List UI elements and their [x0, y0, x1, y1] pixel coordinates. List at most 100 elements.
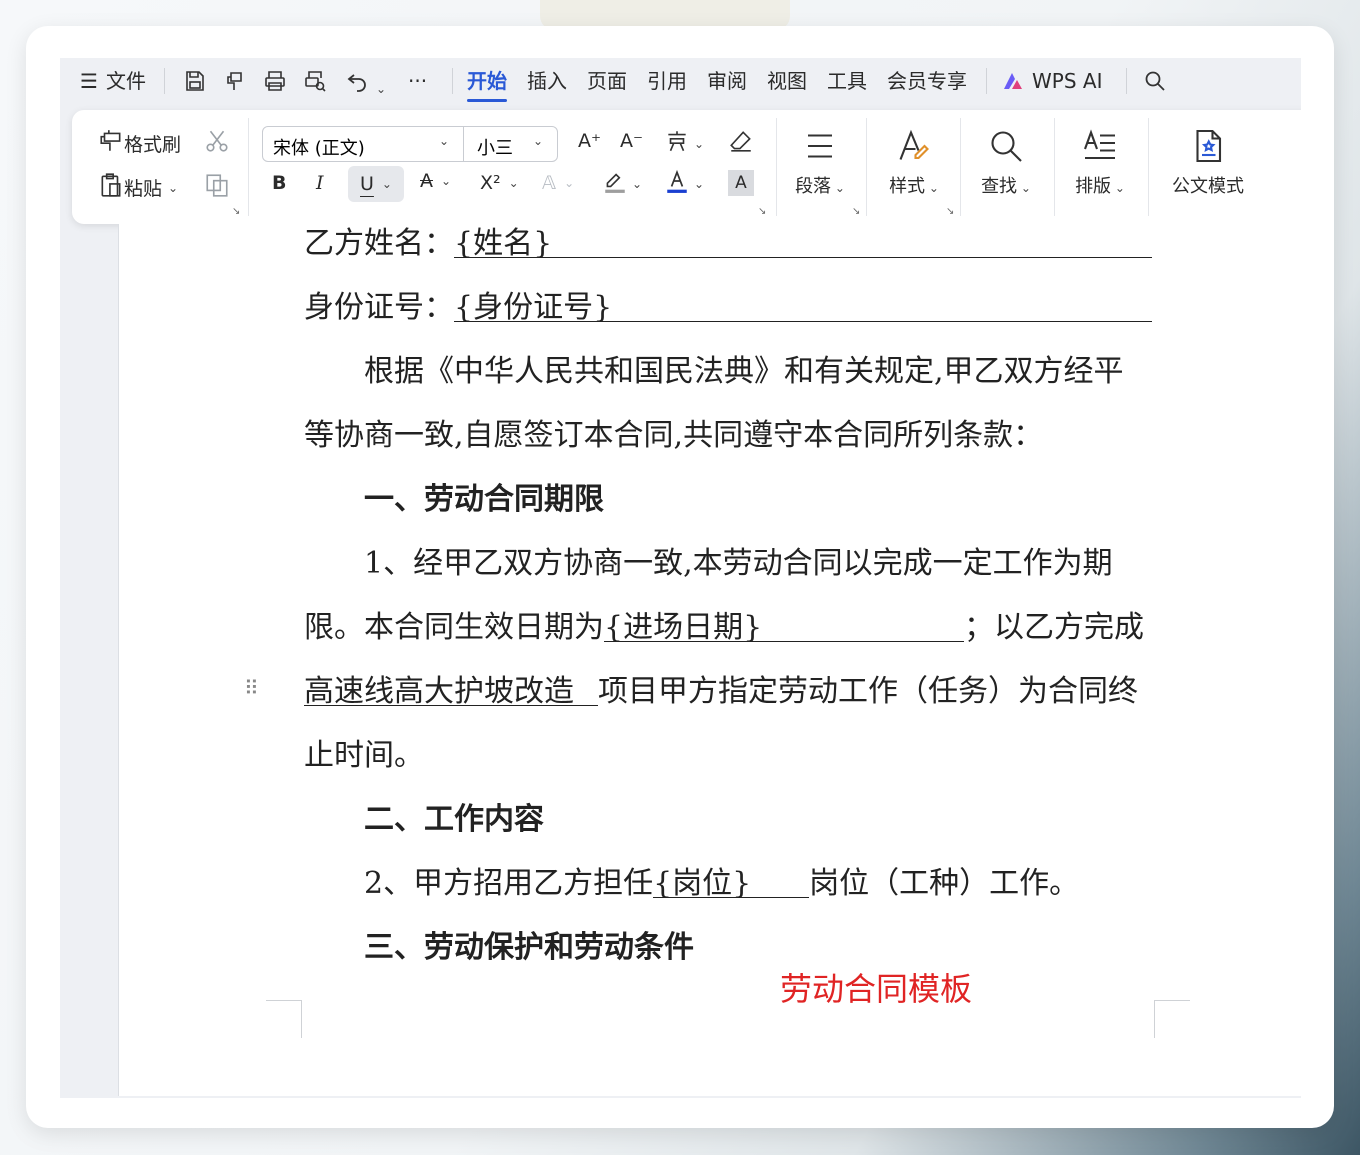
position-placeholder: {岗位}	[653, 866, 752, 901]
undo-dropdown-icon[interactable]: ⌄	[376, 74, 386, 104]
chevron-down-icon[interactable]: ⌄	[439, 134, 449, 148]
phonetic-guide-button[interactable]: ⌄	[664, 128, 704, 159]
menu-divider	[164, 68, 165, 94]
heading-1: 一、劳动合同期限	[364, 482, 604, 517]
font-grow-button[interactable]: A⁺	[578, 130, 601, 152]
clipboard-launcher-icon[interactable]: ↘	[232, 206, 240, 217]
position-field[interactable]: {岗位}	[653, 864, 810, 901]
char-shading-button[interactable]: A	[728, 170, 754, 196]
tab-tools[interactable]: 工具	[827, 66, 867, 96]
menu-divider	[986, 68, 987, 94]
search-icon[interactable]	[1140, 66, 1170, 96]
format-painter-small-icon[interactable]	[220, 66, 250, 96]
save-icon[interactable]	[180, 66, 210, 96]
highlight-color-button[interactable]: ⌄	[602, 168, 642, 199]
chevron-down-icon: ⌄	[694, 176, 705, 191]
menu-divider	[1126, 68, 1127, 94]
position-suffix: 岗位（工种）工作。	[809, 866, 1080, 901]
ribbon-divider	[866, 118, 867, 216]
print-icon[interactable]	[260, 66, 290, 96]
tab-home[interactable]: 开始	[467, 66, 507, 102]
font-color-icon	[664, 168, 690, 199]
tab-page[interactable]: 页面	[587, 66, 627, 96]
paste-button[interactable]: 粘贴 ⌄	[98, 172, 178, 203]
page-corner-mark-left	[266, 1000, 302, 1038]
chevron-down-icon: ⌄	[1111, 181, 1125, 195]
font-name-value[interactable]: 宋体 (正文)	[273, 134, 365, 160]
font-color-button[interactable]: ⌄	[664, 168, 704, 199]
text-effect-button[interactable]: 𝔸 ⌄	[542, 172, 574, 194]
style-launcher-icon[interactable]: ↘	[946, 206, 954, 217]
wps-ai-logo-icon[interactable]	[998, 66, 1028, 96]
style-icon	[899, 129, 929, 160]
tab-view[interactable]: 视图	[767, 66, 807, 96]
layout-icon	[1084, 129, 1115, 160]
heading-3: 三、劳动保护和劳动条件	[364, 930, 694, 965]
paragraph-2-line-2: 限。本合同生效日期为{进场日期} ；以乙方完成	[304, 608, 1144, 648]
font-selector[interactable]: 宋体 (正文) ⌄ 小三 ⌄	[262, 126, 558, 162]
menu-divider	[452, 68, 453, 94]
chevron-down-icon: ⌄	[831, 181, 845, 195]
paragraph-launcher-icon[interactable]: ↘	[852, 206, 860, 217]
eraser-icon	[728, 128, 754, 159]
id-label: 身份证号：	[304, 290, 454, 325]
paste-label: 粘贴	[124, 178, 163, 200]
bold-button[interactable]: B	[272, 172, 286, 194]
chevron-down-icon: ⌄	[564, 176, 575, 190]
layout-button[interactable]: 排版 ⌄	[1060, 124, 1140, 214]
superscript-label: X²	[480, 172, 501, 194]
cut-button[interactable]	[204, 128, 230, 159]
copy-icon	[204, 172, 230, 203]
ribbon-divider	[776, 118, 777, 216]
font-size-value[interactable]: 小三	[477, 134, 513, 160]
chevron-down-icon: ⌄	[441, 174, 452, 188]
phonetic-guide-icon	[664, 128, 690, 159]
chevron-down-icon: ⌄	[508, 176, 519, 190]
style-button[interactable]: 样式 ⌄	[874, 124, 954, 214]
font-launcher-icon[interactable]: ↘	[758, 206, 766, 217]
chevron-down-icon: ⌄	[168, 180, 179, 195]
heading-2: 二、工作内容	[364, 802, 544, 837]
paragraph-button[interactable]: 段落 ⌄	[780, 124, 860, 214]
find-button[interactable]: 查找 ⌄	[966, 124, 1046, 214]
underline-button[interactable]: U ⌄	[348, 166, 404, 202]
copy-button[interactable]	[204, 172, 230, 203]
drag-handle-icon[interactable]: ⠿	[244, 676, 259, 700]
strikethrough-button[interactable]: A ⌄	[420, 170, 451, 192]
tab-insert[interactable]: 插入	[527, 66, 567, 96]
tab-references[interactable]: 引用	[647, 66, 687, 96]
tab-member[interactable]: 会员专享	[887, 66, 967, 96]
superscript-button[interactable]: X² ⌄	[480, 172, 519, 194]
name-field[interactable]: {姓名}	[454, 224, 1152, 261]
italic-button[interactable]: I	[316, 172, 324, 194]
chevron-down-icon: ⌄	[1017, 181, 1031, 195]
find-label: 查找	[981, 176, 1018, 197]
print-preview-icon[interactable]	[300, 66, 330, 96]
paragraph-1-line-2: 等协商一致,自愿签订本合同,共同遵守本合同所列条款：	[304, 418, 1044, 453]
paragraph-2-line-1: 1、经甲乙双方协商一致,本劳动合同以完成一定工作为期	[364, 546, 1113, 581]
id-field[interactable]: {身份证号}	[454, 288, 1152, 325]
style-label: 样式	[889, 176, 926, 197]
format-painter-icon	[98, 128, 124, 159]
font-shrink-button[interactable]: A⁻	[620, 130, 643, 152]
menu-icon[interactable]: ☰	[80, 66, 98, 96]
chevron-down-icon[interactable]: ⌄	[533, 134, 543, 148]
highlighter-icon	[602, 168, 628, 199]
tab-review[interactable]: 审阅	[707, 66, 747, 96]
start-date-field[interactable]: {进场日期}	[604, 608, 964, 645]
paragraph-label: 段落	[795, 176, 832, 197]
project-field[interactable]: 高速线高大护坡改造	[304, 672, 598, 709]
more-button[interactable]: ···	[408, 66, 427, 96]
undo-icon[interactable]	[342, 66, 372, 96]
file-menu[interactable]: 文件	[106, 66, 146, 96]
format-painter-button[interactable]: 格式刷	[98, 128, 181, 159]
text-effect-icon: 𝔸	[542, 172, 557, 194]
official-doc-icon	[1196, 129, 1222, 163]
paragraph-2-line-4: 止时间。	[304, 738, 424, 773]
clipboard-icon	[98, 172, 124, 203]
official-doc-mode-button[interactable]: 公文模式	[1160, 124, 1256, 214]
scissors-icon	[204, 128, 230, 159]
wps-ai-button[interactable]: WPS AI	[1032, 66, 1102, 96]
clear-format-button[interactable]	[728, 128, 754, 159]
format-painter-label: 格式刷	[124, 134, 182, 156]
